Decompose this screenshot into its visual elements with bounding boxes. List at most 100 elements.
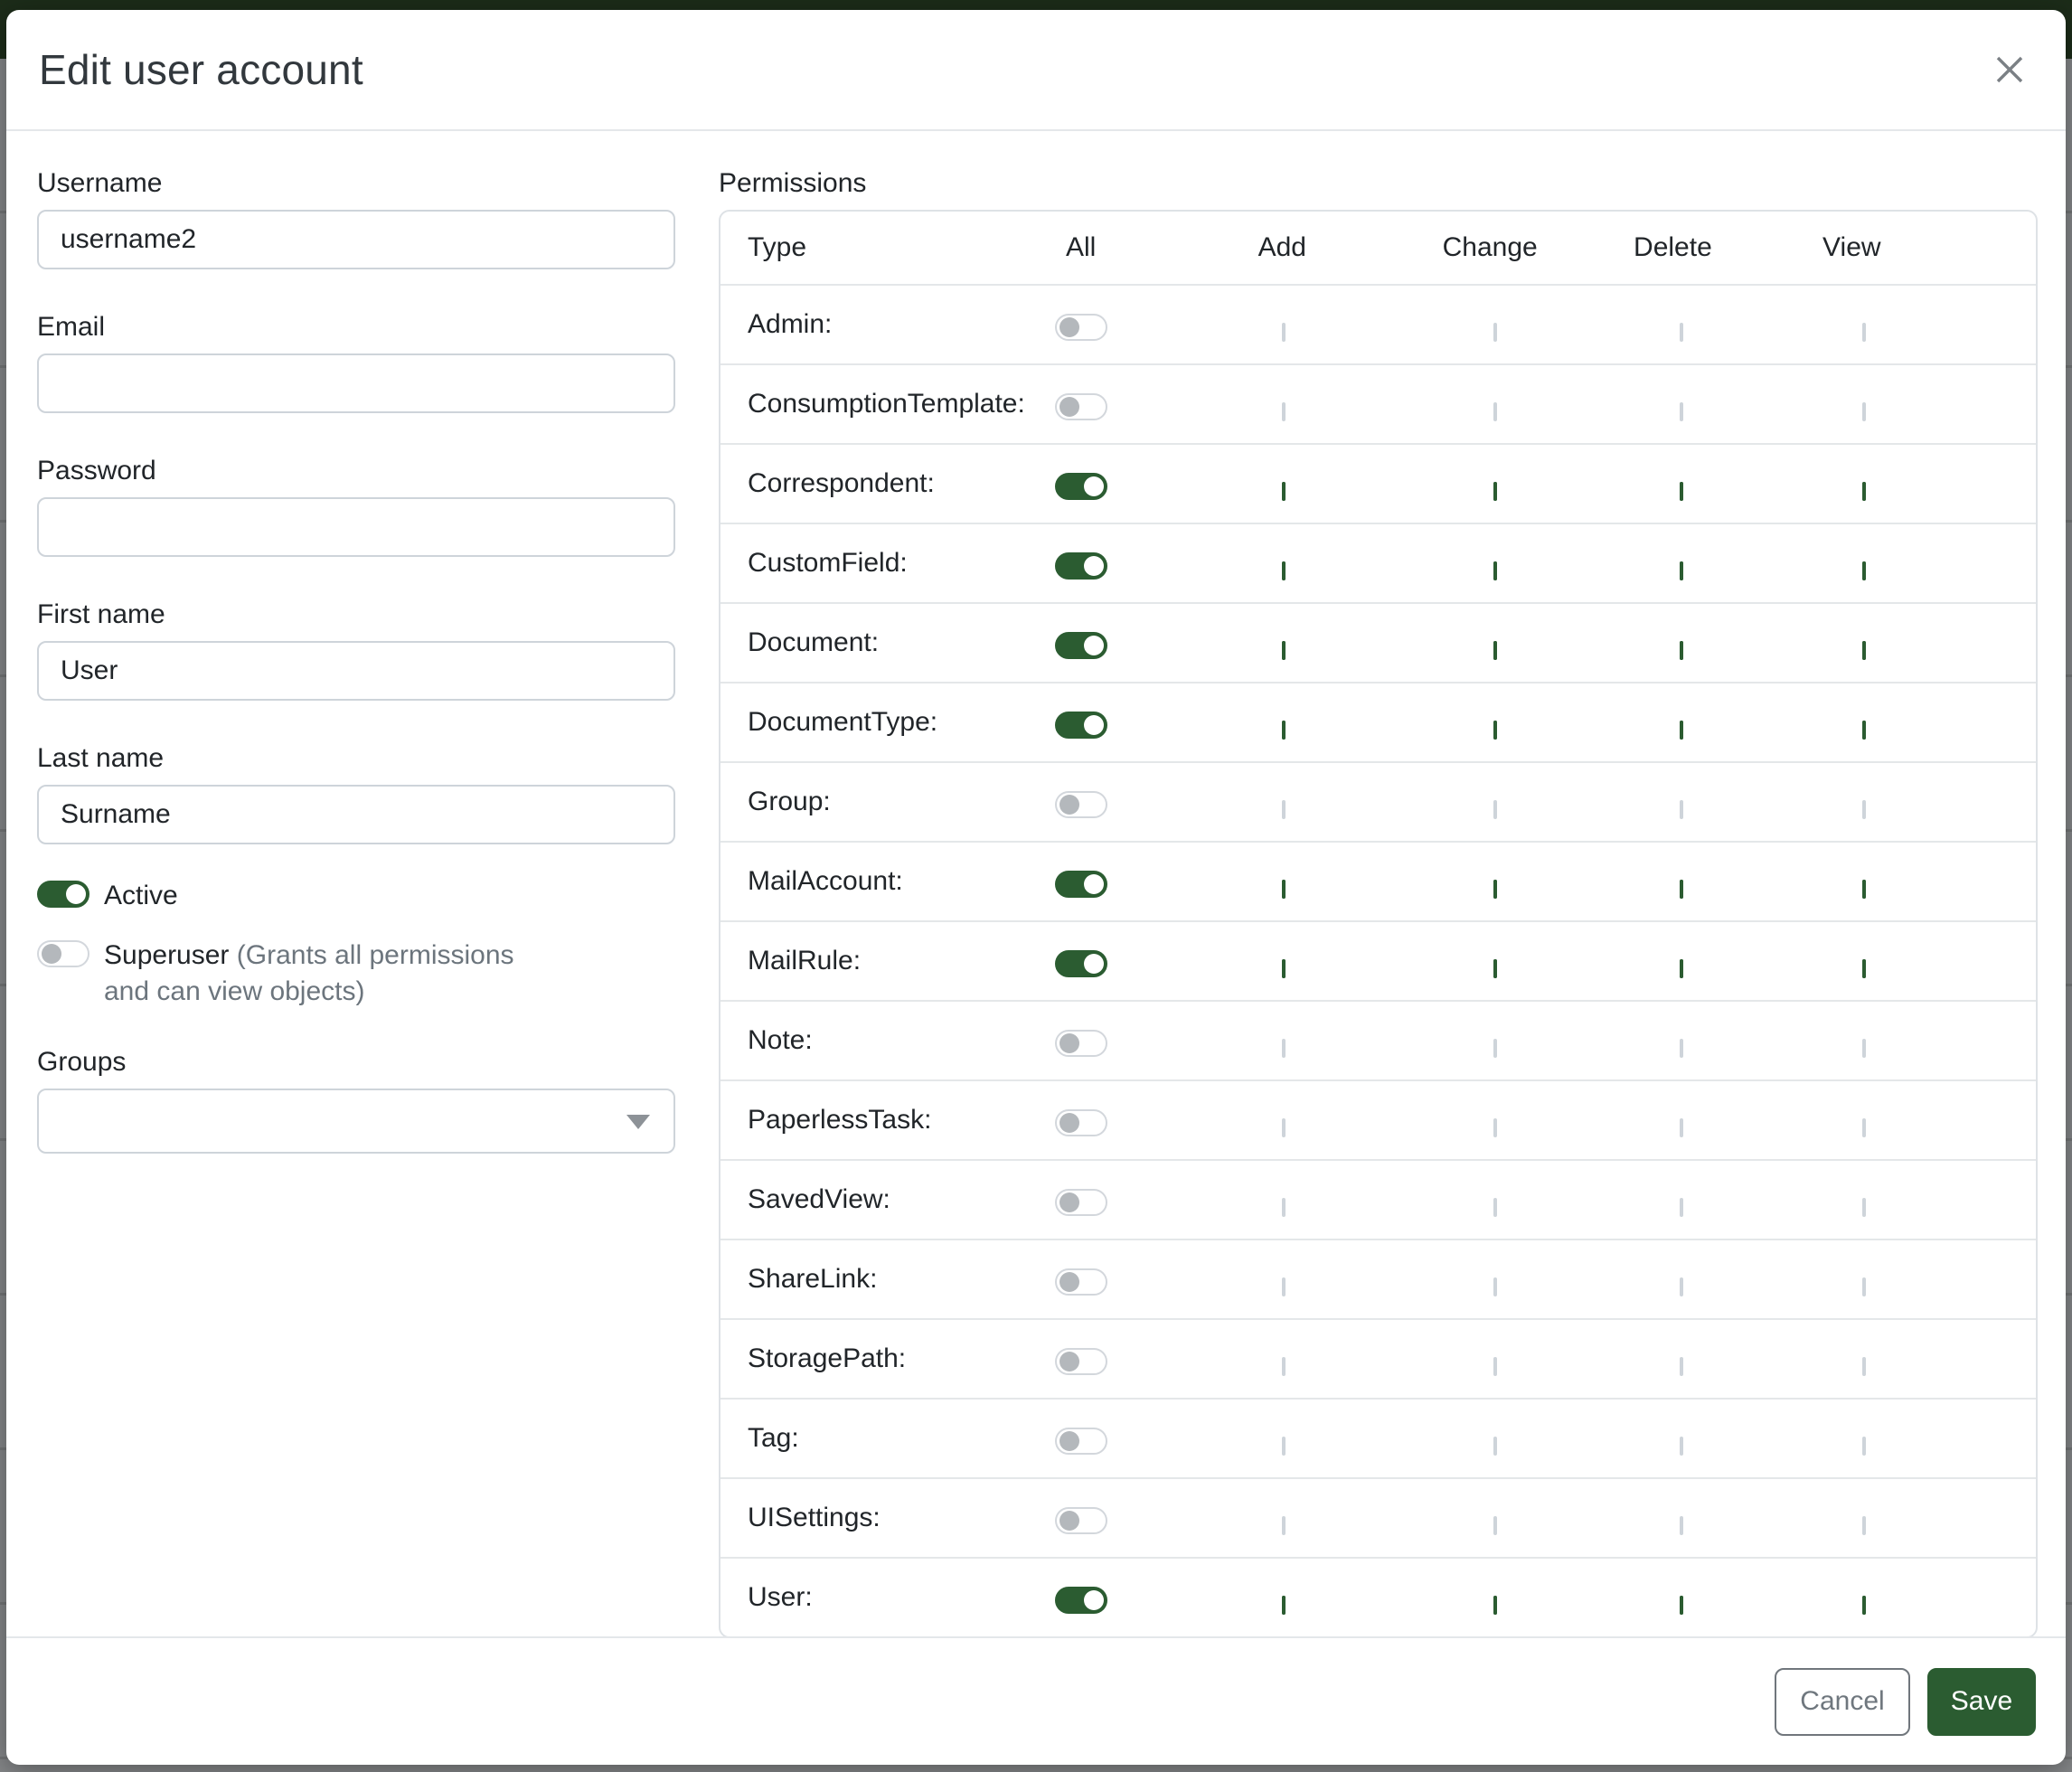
permission-change-checkbox[interactable] — [1493, 800, 1497, 819]
permission-change-checkbox[interactable] — [1493, 1118, 1497, 1137]
permission-all-toggle[interactable] — [1055, 1189, 1107, 1216]
permission-all-toggle[interactable] — [1055, 473, 1107, 500]
permission-all-toggle[interactable] — [1055, 1109, 1107, 1136]
permission-delete-checkbox[interactable] — [1680, 959, 1683, 978]
permission-delete-checkbox[interactable] — [1680, 721, 1683, 740]
permission-change-checkbox[interactable] — [1493, 1516, 1497, 1535]
permission-delete-checkbox[interactable] — [1680, 1198, 1683, 1217]
permission-delete-checkbox[interactable] — [1680, 561, 1683, 580]
permission-all-toggle[interactable] — [1055, 632, 1107, 659]
permission-view-checkbox[interactable] — [1862, 721, 1866, 740]
superuser-toggle[interactable] — [37, 940, 89, 967]
permission-add-checkbox[interactable] — [1282, 1437, 1286, 1456]
permission-all-toggle[interactable] — [1055, 552, 1107, 580]
permission-view-checkbox[interactable] — [1862, 561, 1866, 580]
permission-all-toggle[interactable] — [1055, 1030, 1107, 1057]
permission-view-checkbox[interactable] — [1862, 1039, 1866, 1058]
permission-change-checkbox[interactable] — [1493, 1357, 1497, 1376]
permission-all-toggle[interactable] — [1055, 1428, 1107, 1455]
close-button[interactable] — [1990, 50, 2030, 90]
permission-delete-checkbox[interactable] — [1680, 1437, 1683, 1456]
permission-delete-checkbox[interactable] — [1680, 880, 1683, 899]
permission-all-toggle[interactable] — [1055, 1507, 1107, 1534]
permission-change-checkbox[interactable] — [1493, 1039, 1497, 1058]
permission-view-checkbox[interactable] — [1862, 1596, 1866, 1615]
username-input[interactable] — [37, 210, 675, 269]
permission-all-toggle[interactable] — [1055, 791, 1107, 818]
permission-all-toggle[interactable] — [1055, 393, 1107, 420]
permission-view-checkbox[interactable] — [1862, 880, 1866, 899]
permission-add-checkbox[interactable] — [1282, 641, 1286, 660]
permission-change-checkbox[interactable] — [1493, 1437, 1497, 1456]
permission-add-checkbox[interactable] — [1282, 721, 1286, 740]
permission-view-checkbox[interactable] — [1862, 402, 1866, 421]
permission-change-checkbox[interactable] — [1493, 402, 1497, 421]
permission-add-checkbox[interactable] — [1282, 1277, 1286, 1296]
permissions-label: Permissions — [719, 167, 2038, 200]
groups-select[interactable] — [37, 1089, 675, 1154]
permission-delete-checkbox[interactable] — [1680, 402, 1683, 421]
permission-add-checkbox[interactable] — [1282, 402, 1286, 421]
permission-all-toggle[interactable] — [1055, 1348, 1107, 1375]
permission-change-checkbox[interactable] — [1493, 1596, 1497, 1615]
permission-view-checkbox[interactable] — [1862, 1357, 1866, 1376]
permission-row: CustomField: — [720, 523, 2036, 602]
permission-delete-checkbox[interactable] — [1680, 1039, 1683, 1058]
permission-add-checkbox[interactable] — [1282, 1596, 1286, 1615]
permission-view-checkbox[interactable] — [1862, 641, 1866, 660]
permission-view-checkbox[interactable] — [1862, 1198, 1866, 1217]
permission-delete-checkbox[interactable] — [1680, 1596, 1683, 1615]
permission-delete-checkbox[interactable] — [1680, 1118, 1683, 1137]
password-input[interactable] — [37, 497, 675, 557]
active-toggle[interactable] — [37, 881, 89, 908]
permission-change-checkbox[interactable] — [1493, 323, 1497, 342]
permission-delete-checkbox[interactable] — [1680, 641, 1683, 660]
permission-all-toggle[interactable] — [1055, 1268, 1107, 1296]
permission-change-checkbox[interactable] — [1493, 561, 1497, 580]
permission-change-checkbox[interactable] — [1493, 1277, 1497, 1296]
permission-all-toggle[interactable] — [1055, 950, 1107, 977]
permission-add-checkbox[interactable] — [1282, 1198, 1286, 1217]
toggle-knob — [1060, 1431, 1079, 1451]
permission-add-checkbox[interactable] — [1282, 1039, 1286, 1058]
permission-view-checkbox[interactable] — [1862, 800, 1866, 819]
permission-change-checkbox[interactable] — [1493, 482, 1497, 501]
permission-add-checkbox[interactable] — [1282, 1118, 1286, 1137]
last-name-input[interactable] — [37, 785, 675, 844]
permission-add-checkbox[interactable] — [1282, 1357, 1286, 1376]
first-name-input[interactable] — [37, 641, 675, 701]
permission-add-checkbox[interactable] — [1282, 561, 1286, 580]
save-button[interactable]: Save — [1927, 1668, 2036, 1736]
permission-add-checkbox[interactable] — [1282, 880, 1286, 899]
permission-change-checkbox[interactable] — [1493, 1198, 1497, 1217]
permission-add-checkbox[interactable] — [1282, 959, 1286, 978]
permission-change-checkbox[interactable] — [1493, 880, 1497, 899]
permission-view-checkbox[interactable] — [1862, 1437, 1866, 1456]
email-input[interactable] — [37, 353, 675, 413]
permission-all-toggle[interactable] — [1055, 712, 1107, 739]
permission-add-checkbox[interactable] — [1282, 1516, 1286, 1535]
permission-view-checkbox[interactable] — [1862, 1277, 1866, 1296]
permission-all-toggle[interactable] — [1055, 314, 1107, 341]
permission-add-checkbox[interactable] — [1282, 482, 1286, 501]
permission-view-checkbox[interactable] — [1862, 323, 1866, 342]
cancel-button[interactable]: Cancel — [1775, 1668, 1910, 1736]
permission-change-checkbox[interactable] — [1493, 959, 1497, 978]
permission-all-toggle[interactable] — [1055, 1587, 1107, 1614]
permission-view-checkbox[interactable] — [1862, 482, 1866, 501]
permission-add-checkbox[interactable] — [1282, 323, 1286, 342]
permission-change-checkbox[interactable] — [1493, 641, 1497, 660]
permission-delete-checkbox[interactable] — [1680, 1277, 1683, 1296]
permission-add-checkbox[interactable] — [1282, 800, 1286, 819]
permission-view-checkbox[interactable] — [1862, 1516, 1866, 1535]
permission-delete-checkbox[interactable] — [1680, 323, 1683, 342]
permission-view-checkbox[interactable] — [1862, 959, 1866, 978]
permission-change-checkbox[interactable] — [1493, 721, 1497, 740]
permission-delete-checkbox[interactable] — [1680, 482, 1683, 501]
permission-delete-checkbox[interactable] — [1680, 1357, 1683, 1376]
permission-view-checkbox[interactable] — [1862, 1118, 1866, 1137]
password-field-group: Password — [37, 455, 675, 557]
permission-delete-checkbox[interactable] — [1680, 1516, 1683, 1535]
permission-delete-checkbox[interactable] — [1680, 800, 1683, 819]
permission-all-toggle[interactable] — [1055, 871, 1107, 898]
